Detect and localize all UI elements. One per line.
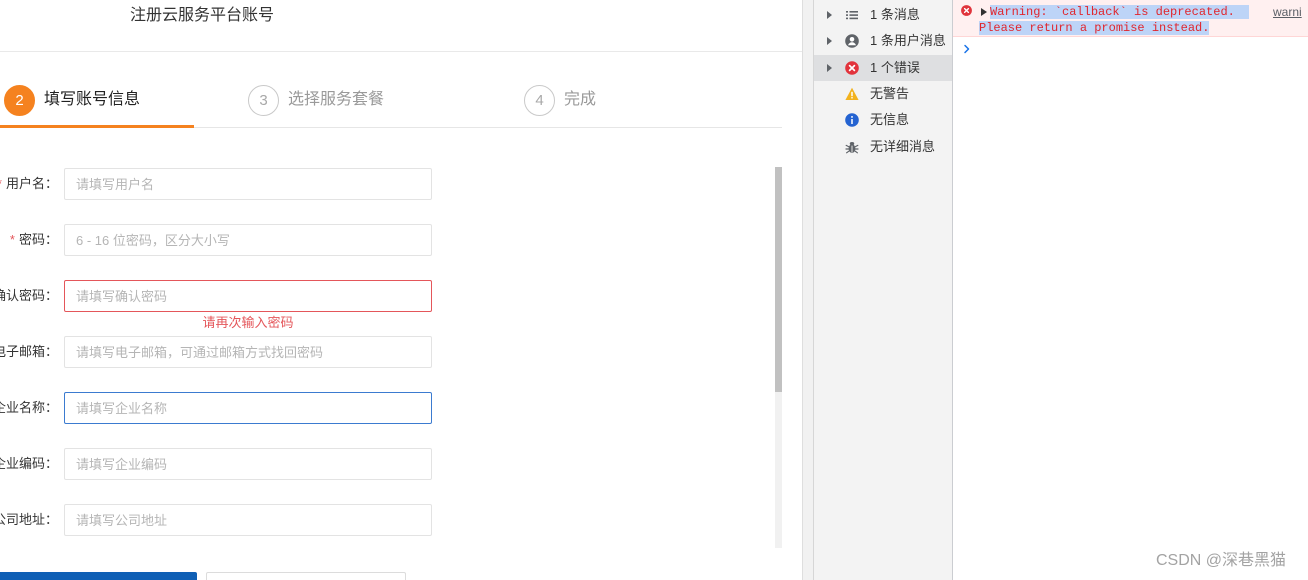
expand-arrow-icon[interactable] [827,37,832,45]
info-icon [845,113,859,127]
form-row-username: *用户名： [0,168,432,200]
form-scrollbar[interactable] [775,167,782,548]
form-row-email: *电子邮箱： [0,336,432,368]
expand-arrow-icon[interactable] [827,11,832,19]
chevron-right-icon [962,44,972,54]
step-select-plan: 3 选择服务套餐 [248,84,384,116]
step-number-badge: 4 [524,84,555,116]
username-label: *用户名： [0,168,58,200]
sidebar-item-errors[interactable]: 1 个错误 [814,55,952,81]
field-label-text: 公司地址： [0,512,58,527]
sidebar-item-messages[interactable]: 1 条消息 [814,2,952,28]
sidebar-item-label: 无警告 [870,86,910,101]
scrollbar-thumb[interactable] [775,167,782,392]
secondary-button[interactable] [206,572,406,580]
required-mark: * [9,232,15,247]
field-label-text: 电子邮箱： [0,344,58,359]
primary-button[interactable] [0,572,197,580]
page-scrollbar-track[interactable] [802,0,813,580]
console-panel: Warning: `callback` is deprecated. Pleas… [953,0,1308,580]
sidebar-item-label: 无信息 [870,112,910,127]
field-label-text: 用户名： [5,176,58,191]
company-code-input[interactable] [64,448,432,480]
form-row-company-address: *公司地址： [0,504,432,536]
username-input[interactable] [64,168,432,200]
form-row-confirm-password: *确认密码： [0,280,432,312]
user-icon [845,34,859,48]
field-label-text: 企业编码： [0,456,58,471]
watermark: CSDN @深巷黑猫 [1156,552,1287,569]
form-row-company-code: *企业编码： [0,448,432,480]
console-prompt[interactable] [953,40,1308,58]
sidebar-item-user-messages[interactable]: 1 条用户消息 [814,28,952,54]
expand-arrow-icon[interactable] [981,8,987,16]
sidebar-item-label: 1 个错误 [870,60,920,75]
step-complete: 4 完成 [524,84,596,116]
expand-arrow-icon[interactable] [827,64,832,72]
email-label: *电子邮箱： [0,336,58,368]
step-label: 填写账号信息 [44,91,141,108]
required-mark: * [0,176,2,191]
email-input[interactable] [64,336,432,368]
header-divider [0,51,802,52]
company-address-input[interactable] [64,504,432,536]
page-title: 注册云服务平台账号 [130,7,275,24]
form-row-company-name: *企业名称： [0,392,432,424]
company-name-label: *企业名称： [0,392,58,424]
password-label: * 密码： [0,224,58,256]
error-icon [845,61,859,75]
field-label-text: 密码： [18,232,58,247]
sidebar-item-verbose[interactable]: 无详细消息 [814,134,952,160]
console-error-message[interactable]: Warning: `callback` is deprecated. Pleas… [953,0,1308,37]
sidebar-item-label: 1 条用户消息 [870,33,946,48]
sidebar-item-info[interactable]: 无信息 [814,107,952,133]
step-label: 完成 [564,91,597,108]
list-icon [845,8,859,22]
active-step-indicator [0,125,194,128]
message-text-line[interactable]: Please return a promise instead. [979,20,1210,36]
error-icon [961,5,972,16]
step-number-badge: 2 [4,84,35,116]
sidebar-item-label: 无详细消息 [870,139,936,154]
company-code-label: *企业编码： [0,448,58,480]
message-text-line[interactable]: Warning: `callback` is deprecated. [990,4,1249,20]
warning-icon [845,87,859,101]
confirm-password-input[interactable] [64,280,432,312]
company-name-input[interactable] [64,392,432,424]
sidebar-item-warnings[interactable]: 无警告 [814,81,952,107]
confirm-password-label: *确认密码： [0,280,58,312]
message-text: Please return a promise instead. [979,21,1210,35]
field-label-text: 确认密码： [0,288,58,303]
message-text: Warning: `callback` is deprecated. [990,5,1249,19]
registration-page: 注册云服务平台账号 2 填写账号信息 3 选择服务套餐 4 完成 *用户名： *… [0,0,802,580]
step-label: 选择服务套餐 [288,91,385,108]
bug-icon [845,140,859,154]
field-label-text: 企业名称： [0,400,58,415]
company-address-label: *公司地址： [0,504,58,536]
step-number-badge: 3 [248,84,279,116]
console-sidebar: 1 条消息 1 条用户消息 1 个错误 无警告 无信息 无详细消息 [813,0,953,580]
confirm-password-error: 请再次输入密码 [202,315,294,330]
source-link[interactable]: warni [1273,4,1308,20]
step-fill-account-info: 2 填写账号信息 [4,84,140,116]
password-input[interactable] [64,224,432,256]
form-row-password: * 密码： [0,224,432,256]
sidebar-item-label: 1 条消息 [870,7,920,22]
